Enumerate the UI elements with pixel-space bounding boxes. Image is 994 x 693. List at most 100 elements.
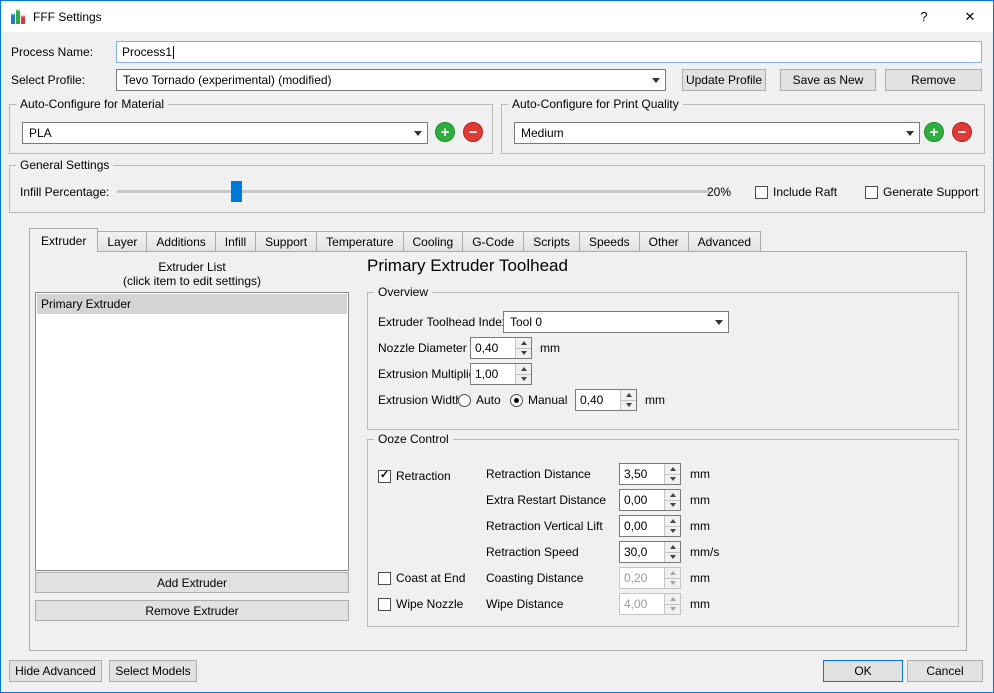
radio-icon <box>458 393 471 407</box>
nozzle-diameter-unit: mm <box>540 341 560 355</box>
hide-advanced-button[interactable]: Hide Advanced <box>9 660 102 682</box>
spinner-buttons <box>664 568 680 588</box>
tab-gcode[interactable]: G-Code <box>462 231 525 252</box>
retraction-vertical-lift-value[interactable]: 0,00 <box>620 516 664 536</box>
include-raft-checkbox[interactable]: Include Raft <box>755 181 837 203</box>
add-extruder-button[interactable]: Add Extruder <box>35 572 349 593</box>
app-icon <box>10 9 26 25</box>
plus-icon: + <box>929 123 939 141</box>
ok-button[interactable]: OK <box>823 660 903 682</box>
infill-percentage-slider[interactable] <box>117 181 710 202</box>
ooze-control-group-title: Ooze Control <box>374 432 453 446</box>
toolhead-index-value: Tool 0 <box>510 315 543 329</box>
tab-layer[interactable]: Layer <box>97 231 148 252</box>
retraction-vertical-lift-spinner[interactable]: 0,00 <box>619 515 681 537</box>
extrusion-width-spinner[interactable]: 0,40 <box>575 389 637 411</box>
spinner-buttons <box>664 464 680 484</box>
profile-select[interactable]: Tevo Tornado (experimental) (modified) <box>116 69 666 91</box>
tab-speeds[interactable]: Speeds <box>578 231 640 252</box>
add-material-button[interactable]: + <box>435 122 455 142</box>
retraction-speed-value[interactable]: 30,0 <box>620 542 664 562</box>
extra-restart-distance-unit: mm <box>690 493 710 507</box>
extra-restart-distance-value[interactable]: 0,00 <box>620 490 664 510</box>
remove-extruder-button[interactable]: Remove Extruder <box>35 600 349 621</box>
close-button[interactable]: ✕ <box>947 1 993 32</box>
chevron-down-icon <box>652 77 660 83</box>
tab-support[interactable]: Support <box>255 231 318 252</box>
auto-configure-material-title: Auto-Configure for Material <box>16 97 169 111</box>
checkbox-checked-icon: ✓ <box>378 469 391 483</box>
tab-advanced[interactable]: Advanced <box>687 231 762 252</box>
list-item[interactable]: Primary Extruder <box>37 294 347 314</box>
retraction-distance-value[interactable]: 3,50 <box>620 464 664 484</box>
select-models-button[interactable]: Select Models <box>109 660 197 682</box>
tab-extruder[interactable]: Extruder <box>29 228 99 252</box>
generate-support-label: Generate Support <box>883 185 979 199</box>
tab-additions[interactable]: Additions <box>146 231 216 252</box>
spin-down-icon[interactable] <box>665 552 680 562</box>
process-name-label: Process Name: <box>11 45 94 59</box>
quality-select[interactable]: Medium <box>514 122 920 144</box>
infill-percentage-label: Infill Percentage: <box>20 185 110 199</box>
nozzle-diameter-label: Nozzle Diameter <box>378 341 467 355</box>
toolhead-index-select[interactable]: Tool 0 <box>503 311 729 333</box>
retraction-vertical-lift-label: Retraction Vertical Lift <box>486 519 603 533</box>
update-profile-button[interactable]: Update Profile <box>682 69 766 91</box>
extrusion-multiplier-spinner[interactable]: 1,00 <box>470 363 532 385</box>
spin-up-icon[interactable] <box>621 390 636 401</box>
extrusion-width-manual-radio[interactable]: Manual <box>510 389 567 411</box>
extruder-listbox[interactable]: Primary Extruder <box>35 292 349 571</box>
spin-up-icon[interactable] <box>665 464 680 475</box>
slider-thumb[interactable] <box>231 181 242 202</box>
add-quality-button[interactable]: + <box>924 122 944 142</box>
spin-down-icon[interactable] <box>665 500 680 510</box>
spin-up-icon[interactable] <box>665 542 680 553</box>
tab-cooling[interactable]: Cooling <box>402 231 464 252</box>
spin-down-icon[interactable] <box>665 526 680 536</box>
spin-down-icon[interactable] <box>621 400 636 410</box>
spin-down-icon[interactable] <box>665 474 680 484</box>
retraction-vertical-lift-unit: mm <box>690 519 710 533</box>
save-as-new-button[interactable]: Save as New <box>780 69 876 91</box>
wipe-nozzle-checkbox[interactable]: Wipe Nozzle <box>378 593 463 615</box>
material-select[interactable]: PLA <box>22 122 428 144</box>
spin-down-icon[interactable] <box>516 374 531 384</box>
retraction-distance-spinner[interactable]: 3,50 <box>619 463 681 485</box>
cancel-button[interactable]: Cancel <box>907 660 983 682</box>
manual-radio-label: Manual <box>528 393 568 407</box>
extra-restart-distance-spinner[interactable]: 0,00 <box>619 489 681 511</box>
nozzle-diameter-spinner[interactable]: 0,40 <box>470 337 532 359</box>
nozzle-diameter-value[interactable]: 0,40 <box>471 338 515 358</box>
retraction-distance-unit: mm <box>690 467 710 481</box>
extruder-list-subtitle: (click item to edit settings) <box>122 274 262 288</box>
help-button[interactable]: ? <box>901 1 947 32</box>
spin-up-icon[interactable] <box>516 364 531 375</box>
tab-infill[interactable]: Infill <box>214 231 257 252</box>
tab-temperature[interactable]: Temperature <box>316 231 404 252</box>
spin-down-icon[interactable] <box>516 348 531 358</box>
spin-up-icon[interactable] <box>516 338 531 349</box>
spin-up-icon <box>665 594 680 605</box>
quality-value: Medium <box>521 126 564 140</box>
remove-profile-button[interactable]: Remove <box>885 69 982 91</box>
spin-up-icon[interactable] <box>665 490 680 501</box>
coast-at-end-checkbox[interactable]: Coast at End <box>378 567 465 589</box>
remove-quality-button[interactable]: − <box>952 122 972 142</box>
extrusion-width-value[interactable]: 0,40 <box>576 390 620 410</box>
checkbox-icon <box>378 597 391 611</box>
overview-group: Overview Extruder Toolhead Index Tool 0 … <box>367 285 959 430</box>
extrusion-width-unit: mm <box>645 393 665 407</box>
spinner-buttons <box>515 338 531 358</box>
retraction-speed-spinner[interactable]: 30,0 <box>619 541 681 563</box>
tab-scripts[interactable]: Scripts <box>523 231 580 252</box>
generate-support-checkbox[interactable]: Generate Support <box>865 181 978 203</box>
remove-material-button[interactable]: − <box>463 122 483 142</box>
spin-up-icon[interactable] <box>665 516 680 527</box>
spin-down-icon <box>665 578 680 588</box>
retraction-checkbox[interactable]: ✓ Retraction <box>378 465 451 487</box>
titlebar: FFF Settings ? ✕ <box>1 1 993 32</box>
extrusion-multiplier-value[interactable]: 1,00 <box>471 364 515 384</box>
process-name-input[interactable]: Process1 <box>116 41 982 63</box>
extrusion-width-auto-radio[interactable]: Auto <box>458 389 501 411</box>
tab-other[interactable]: Other <box>638 231 689 252</box>
